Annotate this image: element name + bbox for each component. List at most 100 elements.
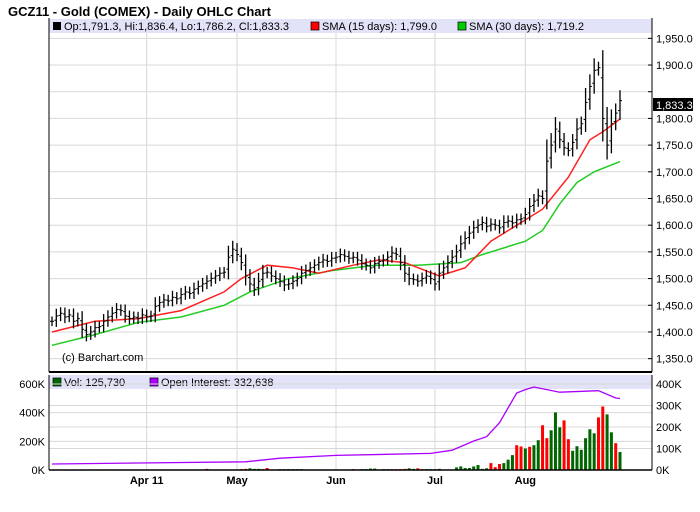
ohlc-bar bbox=[531, 193, 536, 213]
oi-tick-label: 0K bbox=[656, 465, 670, 477]
ohlc-bar bbox=[75, 312, 80, 327]
oi-legend-swatch bbox=[149, 377, 159, 387]
ohlc-bar bbox=[536, 188, 541, 207]
volume-bar bbox=[566, 439, 570, 470]
ohlc-bar bbox=[67, 309, 72, 323]
price-tick-label: 1,450.0 bbox=[656, 300, 693, 312]
ohlc-bar bbox=[252, 277, 257, 296]
ohlc-bar bbox=[204, 275, 209, 290]
volume-bar bbox=[532, 445, 536, 470]
volume-bar bbox=[523, 448, 527, 470]
ohlc-bar bbox=[471, 220, 476, 239]
ohlc-bar bbox=[501, 215, 506, 234]
ohlc-bar bbox=[312, 259, 317, 274]
volume-bar bbox=[519, 446, 523, 470]
x-tick-label: Jul bbox=[427, 475, 443, 487]
chart-title: GCZ11 - Gold (COMEX) - Daily OHLC Chart bbox=[8, 4, 272, 19]
ohlc-bar bbox=[454, 244, 459, 263]
ohlc-bar bbox=[476, 219, 480, 234]
x-tick-label: Jun bbox=[326, 475, 346, 487]
ohlc-bar bbox=[88, 325, 93, 340]
ohlc-bar bbox=[118, 304, 123, 316]
ohlc-bar bbox=[329, 252, 334, 267]
oi-legend-text: Open Interest: 332,638 bbox=[161, 377, 274, 389]
volume-bar bbox=[596, 417, 600, 470]
ohlc-bar bbox=[187, 286, 192, 299]
ohlc-bar bbox=[127, 310, 132, 325]
oi-tick-label: 400K bbox=[656, 379, 682, 391]
sma30-legend-text: SMA (30 days): 1,719.2 bbox=[469, 21, 584, 33]
volume-bar bbox=[541, 425, 545, 470]
volume-bar bbox=[510, 455, 514, 470]
volume-bar bbox=[579, 449, 583, 470]
volume-bar bbox=[562, 420, 566, 470]
volume-bar bbox=[489, 463, 493, 470]
price-tick-label: 1,750.0 bbox=[656, 140, 693, 152]
ohlc-bar bbox=[553, 117, 558, 153]
price-tick-label: 1,650.0 bbox=[656, 193, 693, 205]
ohlc-bar bbox=[618, 90, 622, 120]
volume-bar bbox=[545, 438, 549, 470]
ohlc-bar bbox=[222, 266, 227, 279]
ohlc-bar bbox=[316, 256, 321, 271]
ohlc-bar bbox=[463, 231, 468, 250]
ohlc-bar bbox=[480, 216, 485, 231]
ohlc-bar bbox=[402, 255, 407, 282]
volume-bar bbox=[605, 414, 609, 470]
ohlc-bar bbox=[179, 287, 184, 305]
ohlc-bar bbox=[467, 225, 472, 245]
ohlc-bar bbox=[321, 253, 326, 268]
oi-tick-label: 100K bbox=[656, 444, 682, 456]
ohlc-bar bbox=[583, 87, 588, 132]
sma30-legend-swatch bbox=[457, 21, 467, 31]
ohlc-bar bbox=[437, 263, 442, 291]
price-tick-label: 1,500.0 bbox=[656, 274, 693, 286]
ohlc-bar bbox=[458, 235, 463, 258]
x-tick-label: May bbox=[226, 475, 248, 487]
ohlc-bar bbox=[192, 282, 196, 300]
ohlc-bar bbox=[609, 109, 614, 154]
volume-bar bbox=[584, 438, 588, 470]
ohlc-bar bbox=[278, 273, 283, 288]
volume-bar bbox=[549, 430, 553, 470]
ohlc-bar bbox=[484, 216, 489, 233]
ohlc-legend-text: Op:1,791.3, Hi:1,836.4, Lo:1,786.2, Cl:1… bbox=[64, 21, 289, 33]
ohlc-bar bbox=[209, 272, 214, 287]
ohlc-bar bbox=[101, 314, 106, 333]
price-tick-label: 1,700.0 bbox=[656, 167, 693, 179]
x-tick-label: Apr 11 bbox=[130, 475, 164, 487]
volume-tick-label: 200K bbox=[19, 436, 45, 448]
price-tick-label: 1,800.0 bbox=[656, 113, 693, 125]
ohlc-bar bbox=[497, 219, 502, 234]
volume-legend-swatch bbox=[52, 377, 62, 387]
volume-bar bbox=[614, 443, 618, 470]
ohlc-legend-swatch bbox=[53, 22, 61, 30]
ohlc-bar bbox=[170, 290, 175, 307]
sma15-legend-text: SMA (15 days): 1,799.0 bbox=[322, 21, 437, 33]
ohlc-bar bbox=[385, 251, 390, 266]
ohlc-bar bbox=[605, 106, 610, 160]
ohlc-bar bbox=[247, 269, 252, 292]
volume-bar bbox=[618, 451, 622, 470]
volume-tick-label: 0K bbox=[32, 465, 46, 477]
ohlc-bar bbox=[562, 132, 567, 156]
last-price-label: 1,833.3 bbox=[656, 100, 693, 112]
x-tick-label: Aug bbox=[515, 475, 536, 487]
ohlc-bar bbox=[398, 247, 403, 271]
ohlc-bar bbox=[377, 255, 382, 269]
ohlc-bar bbox=[579, 116, 584, 135]
volume-panel: Vol: 125,730 Open Interest: 332,638 0K 20… bbox=[19, 375, 682, 477]
volume-bar bbox=[592, 433, 596, 470]
ohlc-bar bbox=[131, 311, 136, 324]
oi-tick-label: 300K bbox=[656, 401, 682, 413]
ohlc-bar bbox=[269, 266, 274, 283]
ohlc-bar bbox=[265, 266, 270, 279]
ohlc-bar bbox=[596, 61, 601, 76]
ohlc-bar bbox=[389, 246, 394, 263]
volume-bar bbox=[588, 429, 592, 470]
volume-legend-bar bbox=[49, 375, 652, 389]
ohlc-chart: GCZ11 - Gold (COMEX) - Daily OHLC Chart … bbox=[8, 4, 693, 487]
ohlc-bar bbox=[157, 296, 162, 312]
price-tick-label: 1,600.0 bbox=[656, 220, 693, 232]
ohlc-bar bbox=[213, 269, 218, 284]
